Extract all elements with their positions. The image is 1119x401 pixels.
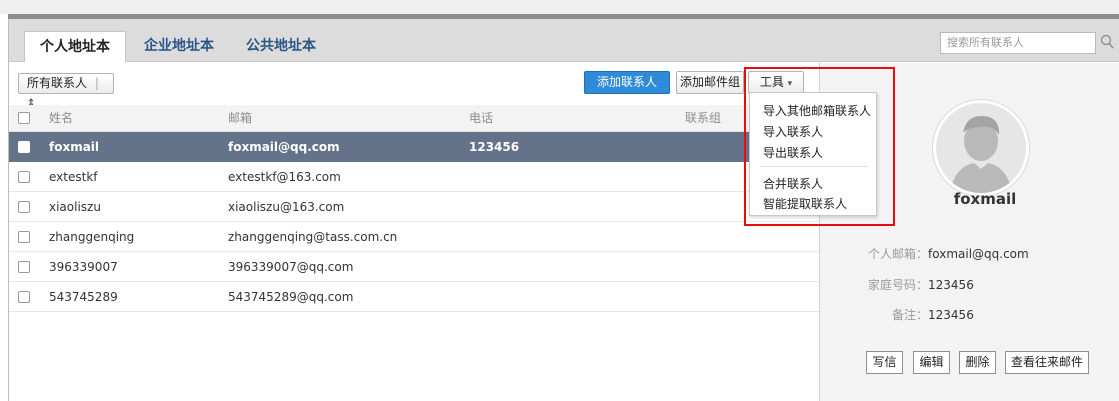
home-phone-label: 家庭号码： xyxy=(868,278,929,292)
row-checkbox[interactable] xyxy=(18,201,30,213)
tab-strip xyxy=(9,19,819,62)
view-mail-history-button[interactable]: 查看往来邮件 xyxy=(1005,351,1089,374)
add-mail-group-button[interactable]: 添加邮件组 xyxy=(676,71,744,94)
contact-email-cell: zhanggenqing@tass.com.cn xyxy=(228,230,398,244)
home-phone-value: 123456 xyxy=(928,278,974,292)
table-row[interactable]: 543745289 543745289@qq.com xyxy=(9,282,819,312)
tab-enterprise-address-book[interactable]: 企业地址本 xyxy=(144,31,214,62)
table-row[interactable]: foxmail foxmail@qq.com 123456 xyxy=(9,132,819,162)
highlight-box xyxy=(744,67,895,226)
avatar-placeholder-icon xyxy=(936,103,1026,193)
tab-public-address-book[interactable]: 公共地址本 xyxy=(246,31,316,62)
contact-email-cell: 543745289@qq.com xyxy=(228,290,354,304)
table-row[interactable]: zhanggenqing zhanggenqing@tass.com.cn xyxy=(9,222,819,252)
personal-email-label: 个人邮箱： xyxy=(868,247,929,261)
row-checkbox[interactable] xyxy=(18,261,30,273)
contact-email-cell: extestkf@163.com xyxy=(228,170,341,184)
contact-name-cell: extestkf xyxy=(49,170,98,184)
column-phone[interactable]: 电话 xyxy=(469,105,493,132)
contact-filter-select[interactable]: 所有联系人 | ⇕ xyxy=(18,73,114,109)
column-group[interactable]: 联系组 xyxy=(685,105,721,132)
top-bar xyxy=(0,0,1119,14)
note-value: 123456 xyxy=(928,308,974,322)
column-email[interactable]: 邮箱 xyxy=(228,105,252,132)
contact-name-cell: 543745289 xyxy=(49,290,118,304)
avatar xyxy=(932,99,1030,197)
contact-name-cell: xiaoliszu xyxy=(49,200,101,214)
table-row[interactable]: 396339007 396339007@qq.com xyxy=(9,252,819,282)
column-name[interactable]: 姓名 xyxy=(49,105,73,132)
delete-contact-button[interactable]: 删除 xyxy=(959,351,996,374)
detail-personal-email: 个人邮箱：foxmail@qq.com xyxy=(868,245,1029,262)
table-row[interactable]: xiaoliszu xiaoliszu@163.com xyxy=(9,192,819,222)
contact-name-cell: 396339007 xyxy=(49,260,118,274)
contact-email-cell: xiaoliszu@163.com xyxy=(228,200,345,214)
row-checkbox[interactable] xyxy=(18,291,30,303)
contact-name-cell: zhanggenqing xyxy=(49,230,135,244)
search-icon[interactable] xyxy=(1100,34,1114,50)
contact-email-cell: 396339007@qq.com xyxy=(228,260,354,274)
row-checkbox[interactable] xyxy=(18,141,30,153)
row-checkbox[interactable] xyxy=(18,171,30,183)
table-row[interactable]: extestkf extestkf@163.com xyxy=(9,162,819,192)
contact-email-cell: foxmail@qq.com xyxy=(228,140,340,154)
filter-divider: | xyxy=(94,76,99,90)
note-label: 备注： xyxy=(892,308,929,322)
search-input[interactable]: 搜索所有联系人 xyxy=(940,32,1096,54)
add-contact-button[interactable]: 添加联系人 xyxy=(584,71,670,94)
filter-label: 所有联系人 xyxy=(27,76,88,90)
contact-name-cell: foxmail xyxy=(49,140,100,154)
select-all-checkbox[interactable] xyxy=(18,112,30,124)
detail-note: 备注：123456 xyxy=(892,306,974,323)
contact-phone-cell: 123456 xyxy=(469,140,520,154)
edit-contact-button[interactable]: 编辑 xyxy=(913,351,950,374)
personal-email-value: foxmail@qq.com xyxy=(928,247,1029,261)
detail-home-phone: 家庭号码：123456 xyxy=(868,276,974,293)
write-mail-button[interactable]: 写信 xyxy=(866,351,903,374)
tab-personal-address-book[interactable]: 个人地址本 xyxy=(24,31,126,62)
row-checkbox[interactable] xyxy=(18,231,30,243)
table-header: 姓名 邮箱 电话 联系组 xyxy=(9,105,819,132)
detail-contact-name: foxmail xyxy=(953,190,1017,208)
